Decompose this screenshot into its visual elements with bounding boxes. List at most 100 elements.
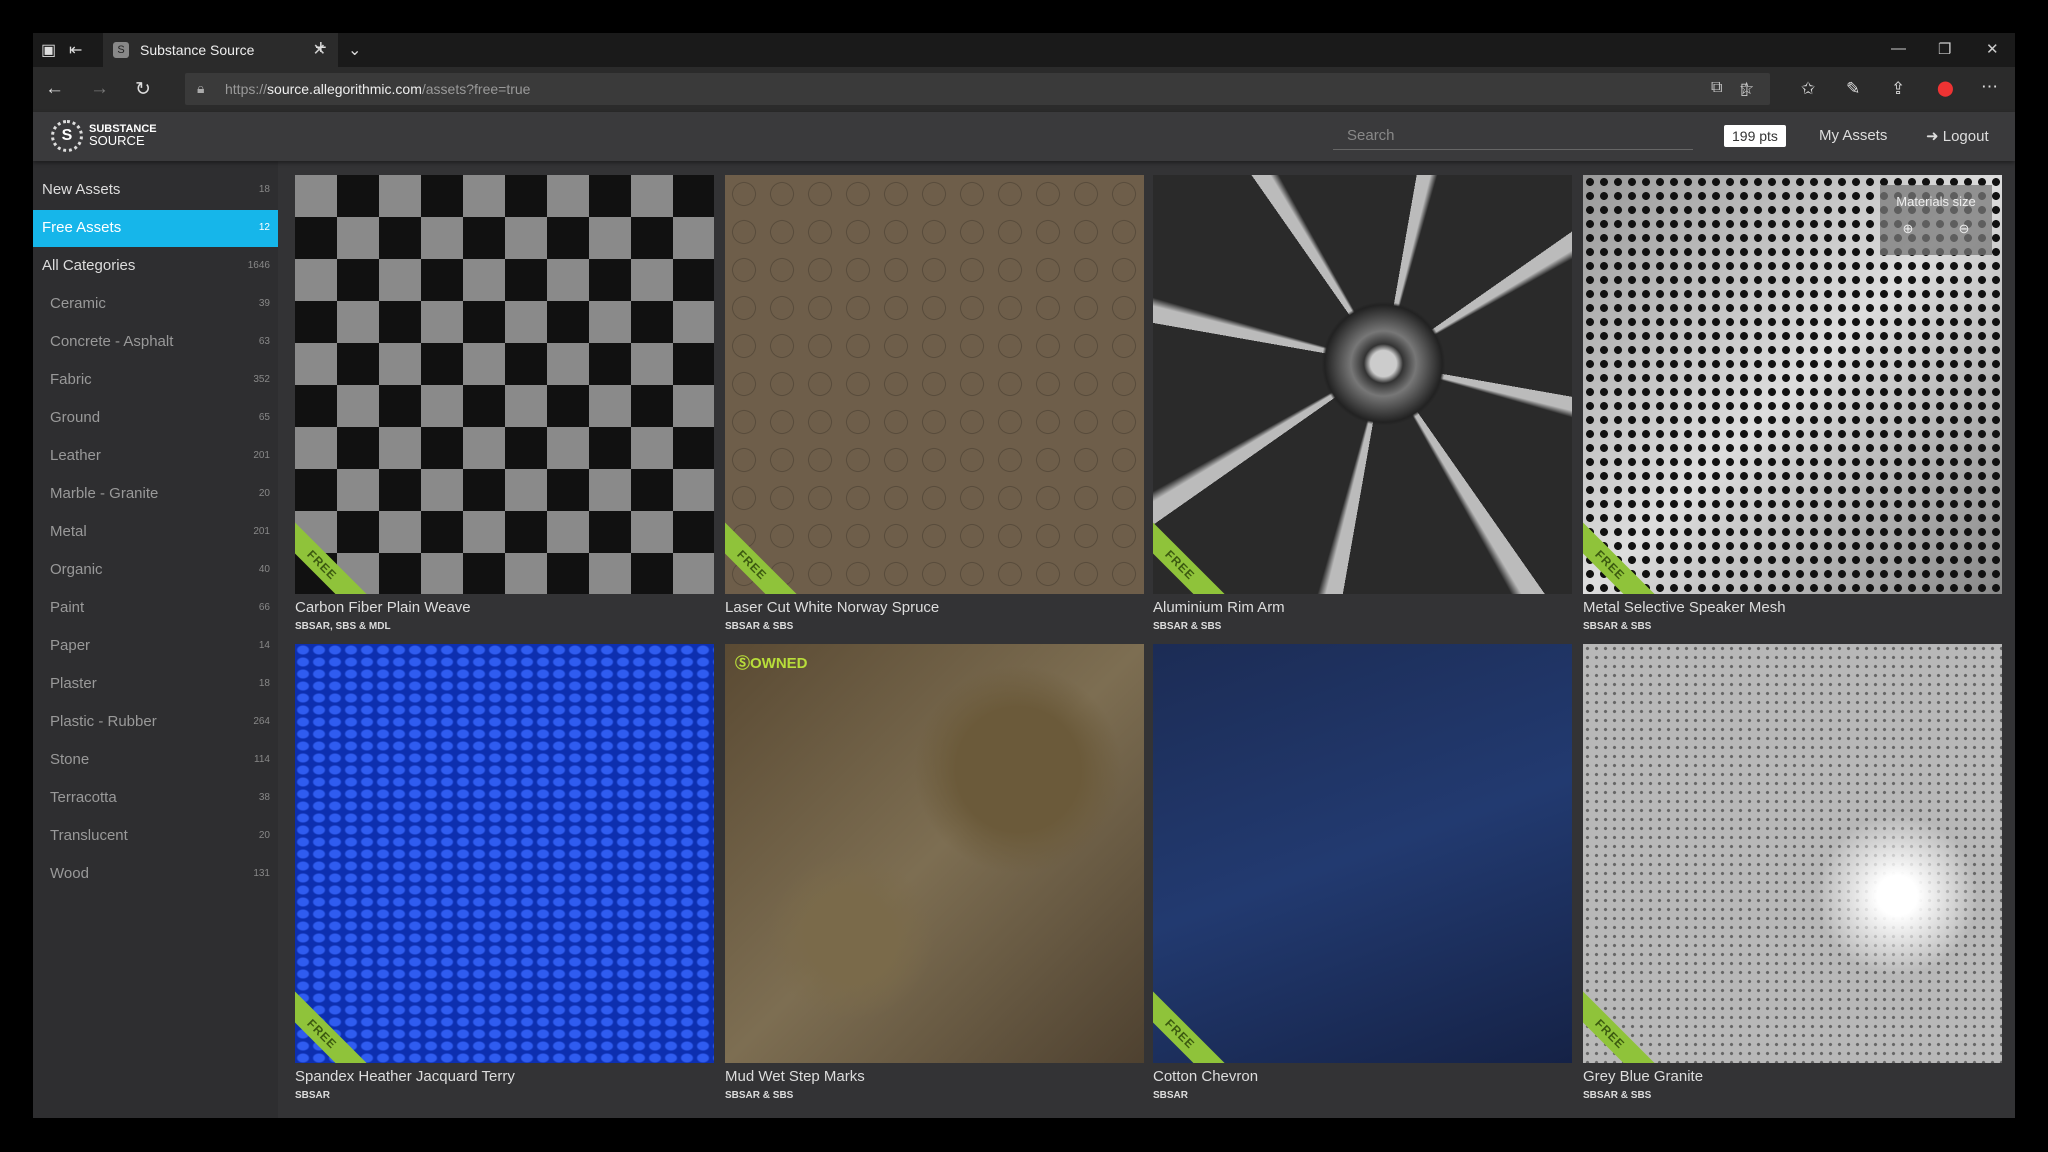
sidebar-item-ground[interactable]: Ground 65 [33,400,278,437]
asset-thumbnail[interactable]: ⓈOWNED [725,644,1144,1063]
sidebar-item-paper[interactable]: Paper 14 [33,628,278,665]
free-ribbon: FREE [295,511,376,594]
sidebar-item-plaster[interactable]: Plaster 18 [33,666,278,703]
asset-title[interactable]: Spandex Heather Jacquard Terry [295,1068,714,1085]
free-ribbon: FREE [725,511,806,594]
site-header: S SUBSTANCE SOURCE Search 199 pts My Asse… [33,112,2015,161]
adblock-icon[interactable]: ⬤ [1937,79,1954,97]
sidebar-item-metal[interactable]: Metal 201 [33,514,278,551]
sidebar-item-label: Stone [50,751,90,768]
asset-card[interactable]: FREE Aluminium Rim Arm SBSAR & SBS [1153,175,1572,632]
favicon-icon: S [113,42,129,58]
asset-title[interactable]: Laser Cut White Norway Spruce [725,599,1144,616]
asset-card[interactable]: FREE Spandex Heather Jacquard Terry SBSA… [295,644,714,1101]
sidebar-item-plastic-rubber[interactable]: Plastic - Rubber 264 [33,704,278,741]
free-ribbon: FREE [295,980,376,1063]
sidebar-item-all-categories[interactable]: All Categories 1646 [33,248,278,285]
asset-card[interactable]: FREE Carbon Fiber Plain Weave SBSAR, SBS… [295,175,714,632]
sidebar-item-new-assets[interactable]: New Assets 18 [33,172,278,209]
asset-thumbnail[interactable]: FREE [1153,644,1572,1063]
sidebar-item-concrete-asphalt[interactable]: Concrete - Asphalt 63 [33,324,278,361]
zoom-out-icon[interactable]: ⊖ [1959,221,1970,237]
sidebar-item-paint[interactable]: Paint 66 [33,590,278,627]
sidebar-item-label: All Categories [42,257,136,274]
points-badge: 199 pts [1724,125,1786,147]
owned-icon: Ⓢ [735,655,751,672]
asset-card[interactable]: FREE Laser Cut White Norway Spruce SBSAR… [725,175,1144,632]
sidebar-item-label: Plaster [50,675,97,692]
sidebar-item-fabric[interactable]: Fabric 352 [33,362,278,399]
sidebar-item-ceramic[interactable]: Ceramic 39 [33,286,278,323]
url-text: https://source.allegorithmic.com/assets?… [225,81,531,97]
sidebar-item-count: 14 [258,640,270,651]
sidebar-item-label: Paint [50,599,85,616]
tab-preview-icon[interactable]: ▣ [41,40,56,60]
asset-title[interactable]: Carbon Fiber Plain Weave [295,599,714,616]
logout-icon: ➜ [1926,128,1943,145]
share-icon[interactable]: ⇪ [1891,79,1905,99]
sidebar-item-count: 65 [258,412,270,423]
chevron-down-icon[interactable]: ⌄ [348,40,361,60]
more-icon[interactable]: ⋯ [1981,77,1998,97]
sidebar-item-organic[interactable]: Organic 40 [33,552,278,589]
sidebar-item-translucent[interactable]: Translucent 20 [33,818,278,855]
sidebar-item-count: 1646 [247,260,270,271]
asset-thumbnail[interactable]: FREE Materials size ⊕ ⊖ [1583,175,2002,594]
asset-title[interactable]: Aluminium Rim Arm [1153,599,1572,616]
asset-formats: SBSAR & SBS [725,1090,794,1101]
favorites-icon[interactable]: ✩ [1801,79,1815,99]
sidebar-item-marble-granite[interactable]: Marble - Granite 20 [33,476,278,513]
asset-card[interactable]: FREE Cotton Chevron SBSAR [1153,644,1572,1101]
asset-card[interactable]: ⓈOWNED Mud Wet Step Marks SBSAR & SBS [725,644,1144,1101]
asset-thumbnail[interactable]: FREE [295,644,714,1063]
asset-title[interactable]: Mud Wet Step Marks [725,1068,1144,1085]
notes-pen-icon[interactable]: ✎ [1846,79,1860,99]
logout-link[interactable]: ➜ Logout [1926,127,1989,145]
sidebar-item-count: 18 [258,678,270,689]
asset-thumbnail[interactable]: FREE [1583,644,2002,1063]
sidebar-item-label: Marble - Granite [50,485,159,502]
sidebar-item-terracotta[interactable]: Terracotta 38 [33,780,278,817]
logo-text[interactable]: SUBSTANCE SOURCE [89,124,157,148]
tab-substance-source[interactable]: S Substance Source ✕ [103,33,338,67]
new-tab-icon[interactable]: + [315,37,327,60]
asset-thumbnail[interactable]: FREE [725,175,1144,594]
favorite-star-icon[interactable]: ☆ [1739,79,1754,99]
sidebar-item-count: 12 [258,222,270,233]
free-ribbon: FREE [1153,511,1234,594]
materials-size-overlay: Materials size ⊕ ⊖ [1880,185,1992,255]
sidebar-item-leather[interactable]: Leather 201 [33,438,278,475]
asset-thumbnail[interactable]: FREE [1153,175,1572,594]
set-tabs-aside-icon[interactable]: ⇤ [69,40,82,60]
minimize-icon[interactable]: — [1891,40,1906,57]
refresh-icon[interactable]: ↻ [135,78,151,101]
asset-thumbnail[interactable]: FREE [295,175,714,594]
address-bar[interactable]: 🔒︎ https://source.allegorithmic.com/asse… [185,73,1770,105]
zoom-in-icon[interactable]: ⊕ [1903,221,1914,237]
asset-title[interactable]: Grey Blue Granite [1583,1068,2002,1085]
substance-logo-icon[interactable]: S [51,120,83,152]
close-window-icon[interactable]: ✕ [1986,40,1999,58]
restore-icon[interactable]: ❐ [1938,40,1951,58]
asset-formats: SBSAR [1153,1090,1189,1101]
sidebar-item-stone[interactable]: Stone 114 [33,742,278,779]
sidebar-item-label: Terracotta [50,789,117,806]
asset-title[interactable]: Metal Selective Speaker Mesh [1583,599,2002,616]
forward-icon[interactable]: → [90,78,109,100]
asset-card[interactable]: FREE Grey Blue Granite SBSAR & SBS [1583,644,2002,1101]
back-icon[interactable]: ← [45,78,64,100]
free-ribbon: FREE [1583,511,1664,594]
sidebar-item-free-assets[interactable]: Free Assets 12 [33,210,278,247]
substance-source-page: S SUBSTANCE SOURCE Search 199 pts My Asse… [33,112,2015,1118]
sidebar-item-count: 20 [258,830,270,841]
my-assets-link[interactable]: My Assets [1819,127,1887,144]
sidebar-item-label: Concrete - Asphalt [50,333,174,350]
search-input[interactable]: Search [1333,120,1693,150]
sidebar-item-wood[interactable]: Wood 131 [33,856,278,893]
extension-icon[interactable]: ⧉ [1711,79,1722,97]
asset-title[interactable]: Cotton Chevron [1153,1068,1572,1085]
navigation-bar: ← → ↻ 🔒︎ https://source.allegorithmic.co… [33,67,2015,112]
asset-card[interactable]: FREE Materials size ⊕ ⊖ Metal Selective Spe… [1583,175,2002,632]
sidebar-item-count: 63 [258,336,270,347]
category-sidebar: New Assets 18 Free Assets 12 All Categories 1… [33,161,278,1118]
